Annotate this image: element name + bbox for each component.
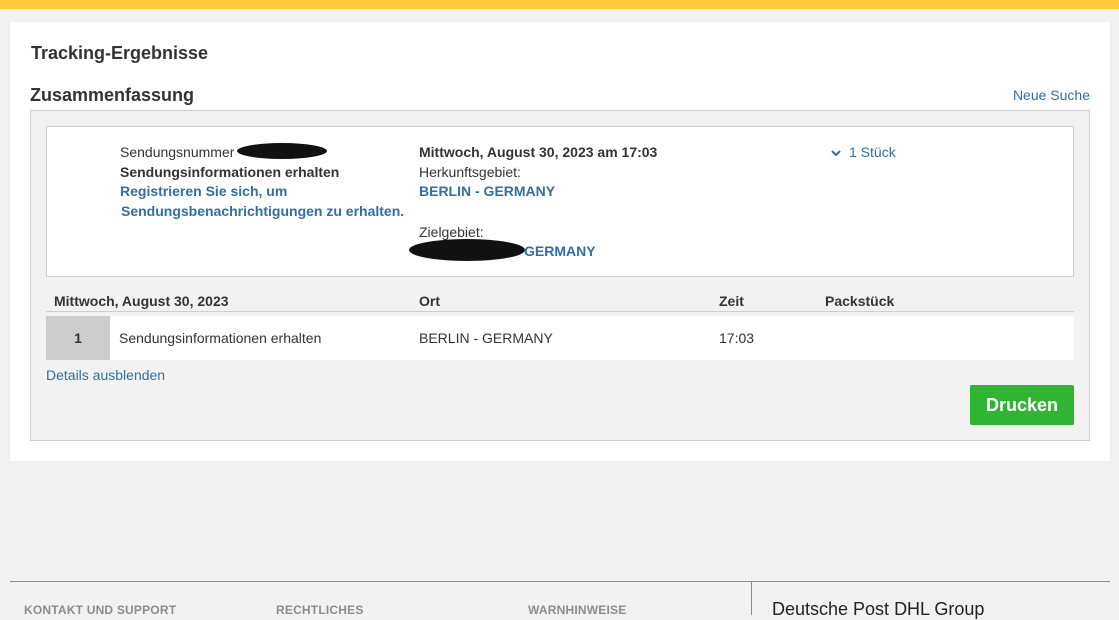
print-button[interactable]: Drucken xyxy=(970,385,1074,425)
hide-details-link[interactable]: Details ausblenden xyxy=(46,367,165,383)
footer-brand-logo[interactable]: Deutsche Post DHL Group xyxy=(772,599,984,620)
origin-value: BERLIN - GERMANY xyxy=(419,183,556,199)
summary-title: Zusammenfassung xyxy=(30,85,195,105)
pieces-toggle[interactable]: 1 Stück xyxy=(849,144,896,160)
redacted-shipment-number xyxy=(237,143,327,159)
shipment-datetime: Mittwoch, August 30, 2023 am 17:03 xyxy=(419,144,658,160)
shipment-info-box: Sendungsnummer Sendungsinformationen erh… xyxy=(46,126,1074,277)
new-search-link[interactable]: Neue Suche xyxy=(1013,87,1090,103)
chevron-down-icon[interactable] xyxy=(830,147,842,159)
event-index: 1 xyxy=(46,316,110,360)
column-location: Ort xyxy=(419,293,440,309)
event-time: 17:03 xyxy=(719,330,755,346)
destination-label: Zielgebiet: xyxy=(419,224,484,240)
redacted-destination-city xyxy=(409,239,525,261)
footer-vertical-divider xyxy=(751,581,752,615)
brand-top-bar xyxy=(0,0,1119,9)
summary-panel: Sendungsnummer Sendungsinformationen erh… xyxy=(30,110,1090,441)
event-description: Sendungsinformationen erhalten xyxy=(119,330,322,346)
shipment-number-label: Sendungsnummer xyxy=(120,144,235,160)
register-link-line2[interactable]: Sendungsbenachrichtigungen zu erhalten. xyxy=(121,203,404,219)
column-time: Zeit xyxy=(719,293,744,309)
tracking-results-card: Tracking-Ergebnisse Zusammenfassung Neue… xyxy=(10,22,1110,461)
event-location: BERLIN - GERMANY xyxy=(419,330,553,346)
events-table-header: Mittwoch, August 30, 2023 Ort Zeit Packs… xyxy=(46,289,1074,312)
register-link-line1[interactable]: Registrieren Sie sich, um xyxy=(120,183,287,199)
footer-divider-line xyxy=(10,581,1110,582)
page-title: Tracking-Ergebnisse xyxy=(31,43,209,63)
destination-value: GERMANY xyxy=(524,243,596,259)
column-date: Mittwoch, August 30, 2023 xyxy=(54,293,229,309)
shipment-status: Sendungsinformationen erhalten xyxy=(120,164,340,180)
table-row: 1 Sendungsinformationen erhalten BERLIN … xyxy=(46,316,1074,360)
origin-label: Herkunftsgebiet: xyxy=(419,164,521,180)
column-piece: Packstück xyxy=(825,293,895,309)
